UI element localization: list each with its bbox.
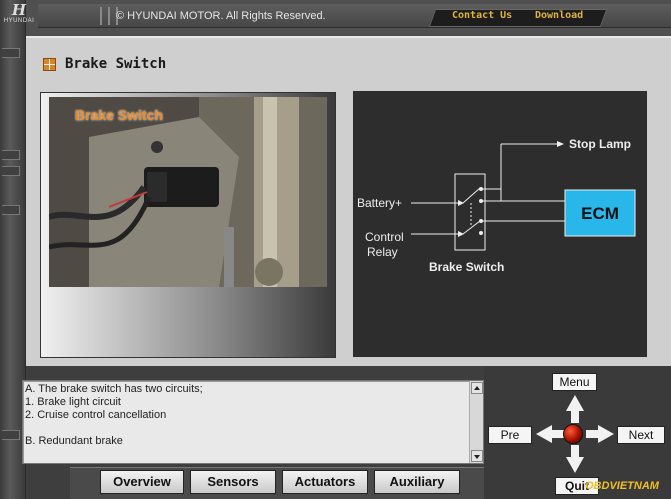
diagram-svg: ECM Stop Lamp Battery+ Control Relay Bra…	[357, 137, 636, 274]
copyright-text: © HYUNDAI MOTOR. All Rights Reserved.	[116, 10, 326, 22]
description-scrollbar[interactable]	[469, 381, 483, 463]
grid-icon	[43, 58, 56, 71]
photo-caption: Brake Switch	[75, 107, 163, 123]
rail-notch	[2, 430, 20, 440]
up-arrow-icon[interactable]	[566, 395, 584, 423]
menu-button[interactable]: Menu	[552, 373, 597, 391]
down-arrow-icon[interactable]	[566, 445, 584, 473]
hyundai-logo: H HYUNDAI	[3, 1, 35, 24]
contact-us-link[interactable]: Contact Us	[452, 10, 512, 21]
next-button[interactable]: Next	[617, 426, 665, 444]
download-link[interactable]: Download	[535, 10, 583, 21]
tab-overview[interactable]: Overview	[100, 470, 184, 494]
home-ball-button[interactable]	[563, 424, 583, 444]
down-arrow-icon	[474, 455, 480, 459]
brake-switch-label: Brake Switch	[429, 260, 504, 274]
tab-actuators[interactable]: Actuators	[282, 470, 368, 494]
description-line: 1. Brake light circuit	[25, 396, 121, 408]
scroll-down-button[interactable]	[471, 450, 483, 462]
tab-auxiliary[interactable]: Auxiliary	[374, 470, 460, 494]
brake-switch-photo: Brake Switch	[49, 97, 327, 287]
up-arrow-icon	[474, 386, 480, 390]
description-text: A. The brake switch has two circuits; 1.…	[23, 381, 469, 463]
control-label: Control	[365, 230, 404, 244]
content-panel: Brake Switch Brake Switch ECM Stop Lamp …	[26, 36, 671, 366]
circuit-diagram: ECM Stop Lamp Battery+ Control Relay Bra…	[352, 90, 648, 358]
description-box[interactable]: A. The brake switch has two circuits; 1.…	[22, 380, 484, 464]
rail-notch	[2, 150, 20, 160]
scroll-up-button[interactable]	[471, 382, 483, 394]
description-line: 2. Cruise control cancellation	[25, 409, 167, 421]
previous-button[interactable]: Pre	[488, 426, 532, 444]
decor-stripe	[100, 7, 102, 25]
photo-illustration	[49, 97, 327, 287]
ecm-label: ECM	[581, 204, 619, 223]
relay-label: Relay	[367, 245, 398, 259]
watermark-text: OBDVIETNAM	[585, 480, 659, 492]
description-line: B. Redundant brake	[25, 435, 123, 447]
logo-text: HYUNDAI	[3, 18, 35, 24]
battery-label: Battery+	[357, 196, 402, 210]
decor-stripe	[108, 7, 110, 25]
description-line	[25, 422, 467, 435]
description-line: A. The brake switch has two circuits;	[25, 383, 203, 395]
right-arrow-icon[interactable]	[586, 425, 614, 443]
switch-box	[454, 173, 486, 251]
rail-notch	[2, 166, 20, 176]
top-bar: © HYUNDAI MOTOR. All Rights Reserved. Co…	[38, 4, 671, 28]
left-arrow-icon[interactable]	[536, 425, 564, 443]
tab-sensors[interactable]: Sensors	[190, 470, 276, 494]
page-title: Brake Switch	[65, 56, 167, 72]
stop-lamp-label: Stop Lamp	[569, 137, 631, 151]
photo-panel: Brake Switch	[40, 92, 336, 358]
rail-notch	[2, 205, 20, 215]
rail-notch	[2, 48, 20, 58]
